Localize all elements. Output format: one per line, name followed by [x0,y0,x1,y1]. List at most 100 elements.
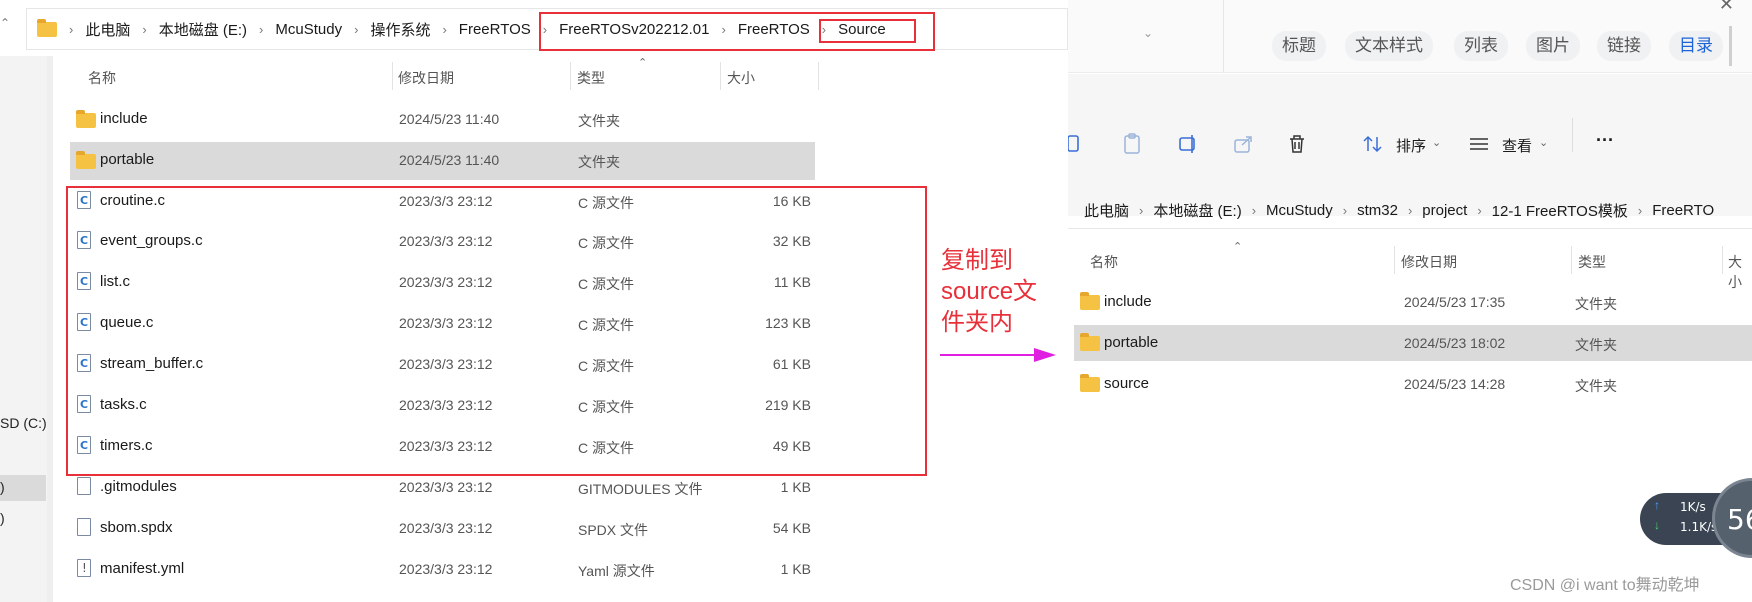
chevron-right-icon: › [1251,203,1257,218]
file-type: SPDX 文件 [578,522,649,538]
file-date: 2023/3/3 23:12 [399,520,493,536]
annotation-box-c-files [66,186,927,476]
blank-file-icon [77,518,91,536]
chevron-right-icon: › [69,21,74,37]
file-row[interactable]: manifest.yml 2023/3/3 23:12 Yaml 源文件 1 K… [70,551,815,589]
folder-icon [1080,292,1100,310]
column-divider[interactable] [1571,246,1572,274]
breadcrumb-item[interactable]: project [1422,202,1467,219]
file-type: Yaml 源文件 [578,563,655,579]
view-icon[interactable] [1468,133,1490,155]
folder-date: 2024/5/23 18:02 [1404,335,1506,351]
sort-icon[interactable] [1362,133,1384,155]
folder-type: 文件夹 [1575,337,1617,353]
watermark: CSDN @i want to舞动乾坤 [1510,577,1700,594]
close-icon[interactable]: ✕ [1719,0,1734,15]
nav-selected-highlight [0,475,46,501]
column-divider[interactable] [392,62,393,90]
column-header-name[interactable]: 名称 [1090,252,1118,272]
md-scrollbar[interactable] [1729,26,1732,66]
file-name: manifest.yml [100,560,185,577]
md-button-list[interactable]: 列表 [1454,31,1508,61]
upload-speed: 1K/s [1680,500,1706,514]
command-bar-divider [1572,118,1573,152]
arrow-right-icon [940,348,1056,362]
column-divider[interactable] [1722,246,1723,274]
delete-icon[interactable] [1286,133,1308,155]
column-divider[interactable] [1394,246,1395,274]
folder-row-selected[interactable]: portable 2024/5/23 18:02 文件夹 [1074,325,1752,361]
folder-icon [76,151,96,169]
file-name: include [100,110,148,127]
annotation-line: 复制到 [941,247,1013,274]
rename-icon[interactable] [1178,133,1200,155]
view-button-label[interactable]: 查看 [1502,135,1532,156]
nav-scrollbar[interactable] [47,56,53,602]
more-options-icon[interactable]: ··· [1596,130,1614,151]
folder-icon [1080,333,1100,351]
column-header-name[interactable]: 名称 [88,68,116,88]
file-row[interactable]: sbom.spdx 2023/3/3 23:12 SPDX 文件 54 KB [70,510,815,548]
breadcrumb-item[interactable]: FreeRTOS [459,21,531,38]
file-name: portable [100,151,155,168]
annotation-line: source文 [941,278,1038,305]
column-header-size[interactable]: 大小 [727,68,755,88]
nav-item-partial-1[interactable]: ) [0,479,5,495]
md-button-text-style[interactable]: 文本样式 [1345,31,1433,61]
share-icon[interactable] [1233,133,1255,155]
nav-item-drive-c[interactable]: SD (C:) [0,415,47,431]
chevron-right-icon: › [142,21,147,37]
file-row-selected[interactable]: portable 2024/5/23 11:40 文件夹 [70,142,815,180]
folder-row[interactable]: include 2024/5/23 17:35 文件夹 [1074,284,1752,320]
chevron-down-icon[interactable]: ⌄ [1539,136,1548,149]
md-button-heading[interactable]: 标题 [1272,31,1326,61]
md-button-toc[interactable]: 目录 [1669,31,1723,61]
md-button-link[interactable]: 链接 [1597,31,1651,61]
breadcrumb-item[interactable]: 此电脑 [1084,200,1129,221]
breadcrumb-item[interactable]: 操作系统 [370,19,430,40]
breadcrumb-item[interactable]: McuStudy [1266,202,1333,219]
usage-percent: 56 [1727,503,1752,536]
column-divider[interactable] [570,62,571,90]
column-divider[interactable] [720,62,721,90]
annotation-text: 复制到 source文 件夹内 [941,245,1051,338]
file-type: 文件夹 [578,154,620,170]
column-header-type[interactable]: 类型 [577,68,605,88]
file-size: 1 KB [780,479,811,495]
chevron-right-icon: › [259,21,264,37]
sort-ascending-icon: ⌃ [638,57,648,69]
nav-item-partial-2[interactable]: ) [0,510,5,526]
chevron-right-icon: › [1477,203,1482,218]
column-header-date[interactable]: 修改日期 [398,68,454,88]
file-name: .gitmodules [100,478,177,495]
paste-icon[interactable] [1121,133,1143,155]
column-divider[interactable] [818,62,819,90]
file-date: 2024/5/23 11:40 [399,152,500,168]
breadcrumb-item[interactable]: stm32 [1357,202,1398,219]
file-date: 2023/3/3 23:12 [399,561,493,577]
column-header-date[interactable]: 修改日期 [1401,252,1457,272]
md-button-image[interactable]: 图片 [1526,31,1580,61]
breadcrumb-item[interactable]: McuStudy [275,21,342,38]
folder-date: 2024/5/23 17:35 [1404,294,1506,310]
breadcrumb-item[interactable]: 本地磁盘 (E:) [159,19,247,40]
annotation-line: 件夹内 [941,309,1013,336]
folder-type: 文件夹 [1575,296,1617,312]
breadcrumb-item[interactable]: 12-1 FreeRTOS模板 [1492,200,1628,221]
chevron-right-icon: › [1139,203,1144,218]
chevron-right-icon: › [1342,203,1348,218]
sort-button-label[interactable]: 排序 [1396,135,1426,156]
file-row[interactable]: include 2024/5/23 11:40 文件夹 [70,101,815,139]
copy-icon[interactable] [1068,133,1090,155]
folder-row[interactable]: source 2024/5/23 14:28 文件夹 [1074,366,1752,402]
column-header-type[interactable]: 类型 [1578,252,1606,272]
breadcrumb-item[interactable]: 此电脑 [85,19,130,40]
nav-up-chevron-icon[interactable]: ⌃ [0,16,10,30]
file-date: 2024/5/23 11:40 [399,111,500,127]
decorative-glyph-icon: ⌄ [1143,26,1154,40]
breadcrumb-item[interactable]: FreeRTO [1652,202,1714,219]
breadcrumb-item[interactable]: 本地磁盘 (E:) [1153,200,1241,221]
address-bar[interactable]: 此电脑 › 本地磁盘 (E:) › McuStudy › stm32 › pro… [1068,193,1752,229]
file-size: 1 KB [780,561,811,577]
chevron-down-icon[interactable]: ⌄ [1432,136,1441,149]
